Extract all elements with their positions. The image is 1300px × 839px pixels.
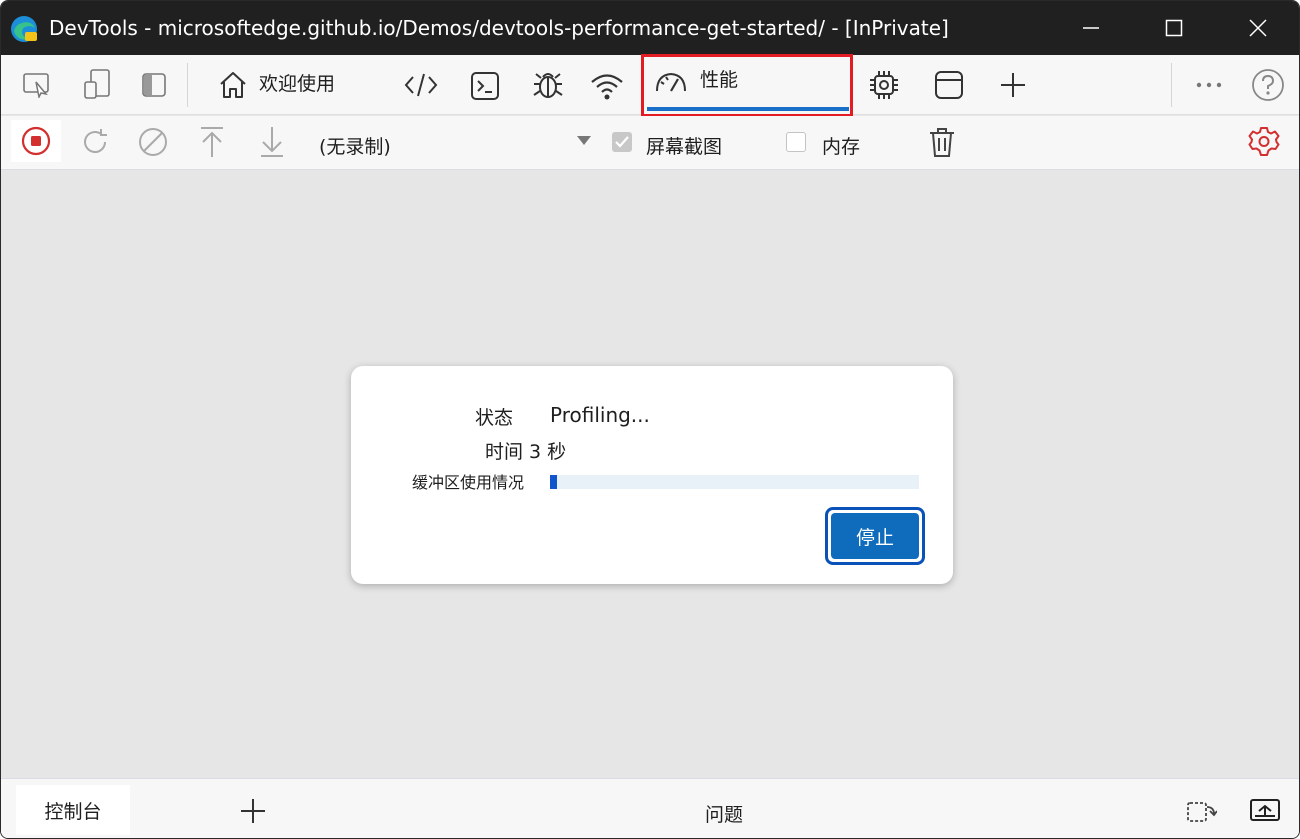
inspect-element-icon[interactable]	[17, 69, 57, 101]
settings-gear-icon[interactable]	[1245, 124, 1283, 160]
save-profile-icon[interactable]	[255, 124, 289, 160]
record-stop-icon	[21, 126, 51, 156]
dock-side-icon[interactable]	[137, 69, 171, 101]
time-readout: 时间 3 秒	[485, 441, 567, 463]
active-tab-indicator	[647, 107, 849, 111]
window-title: DevTools - microsoftedge.github.io/Demos…	[49, 16, 949, 40]
stop-button[interactable]: 停止	[825, 507, 925, 565]
buffer-usage-bar	[550, 475, 919, 489]
close-drawer-icon[interactable]	[1247, 793, 1283, 827]
add-drawer-tab-icon[interactable]	[237, 795, 269, 827]
title-bar: DevTools - microsoftedge.github.io/Demos…	[1, 1, 1299, 55]
sources-bug-icon[interactable]	[529, 67, 567, 103]
memory-label: 内存	[822, 136, 861, 158]
memory-chip-icon[interactable]	[865, 67, 903, 103]
status-label: 状态	[475, 407, 514, 429]
drawer-toolbar: 控制台 问题	[1, 778, 1299, 838]
trash-icon[interactable]	[925, 124, 959, 160]
dock-drawer-icon[interactable]	[1183, 793, 1219, 827]
devtools-window: DevTools - microsoftedge.github.io/Demos…	[0, 0, 1300, 839]
application-window-icon[interactable]	[931, 67, 967, 103]
minimize-button[interactable]	[1049, 1, 1133, 55]
devtools-tab-bar: 欢迎使用 性能	[1, 55, 1299, 115]
buffer-usage-label: 缓冲区使用情况	[412, 473, 525, 492]
recording-select[interactable]: (无录制)	[319, 132, 391, 159]
buffer-usage-fill	[550, 475, 558, 489]
record-button[interactable]	[11, 120, 61, 162]
device-emulation-icon[interactable]	[77, 67, 117, 101]
home-icon[interactable]	[215, 67, 251, 103]
checkmark-icon	[615, 136, 629, 148]
help-icon[interactable]	[1249, 67, 1287, 103]
dropdown-arrow-icon[interactable]	[573, 132, 595, 148]
tab-welcome-label[interactable]: 欢迎使用	[259, 69, 335, 96]
load-profile-icon[interactable]	[195, 124, 229, 160]
edge-logo-icon	[10, 15, 38, 43]
elements-tab-icon[interactable]	[401, 69, 441, 101]
profiling-status-dialog: 状态 Profiling... 时间 3 秒 缓冲区使用情况 停止	[351, 366, 953, 584]
clear-icon[interactable]	[135, 124, 171, 160]
performance-toolbar: (无录制) 屏幕截图 内存	[1, 116, 1299, 170]
stop-button-label: 停止	[831, 513, 919, 559]
toolbar-divider	[1171, 63, 1172, 107]
network-wifi-icon[interactable]	[587, 69, 627, 103]
issues-label[interactable]: 问题	[705, 800, 743, 827]
maximize-button[interactable]	[1132, 1, 1216, 55]
status-value: Profiling...	[550, 403, 650, 427]
close-window-button[interactable]	[1216, 1, 1299, 55]
console-tab-icon[interactable]	[467, 69, 503, 103]
tab-console[interactable]: 控制台	[16, 785, 130, 835]
screenshots-checkbox[interactable]	[612, 132, 632, 152]
more-options-icon[interactable]	[1191, 73, 1227, 97]
screenshots-label: 屏幕截图	[646, 136, 723, 158]
toolbar-divider	[187, 63, 188, 107]
tab-performance-label[interactable]: 性能	[700, 65, 738, 92]
performance-gauge-icon[interactable]	[651, 67, 691, 99]
memory-checkbox[interactable]	[786, 132, 806, 152]
reload-profile-icon[interactable]	[77, 124, 113, 160]
add-tab-icon[interactable]	[997, 69, 1029, 101]
